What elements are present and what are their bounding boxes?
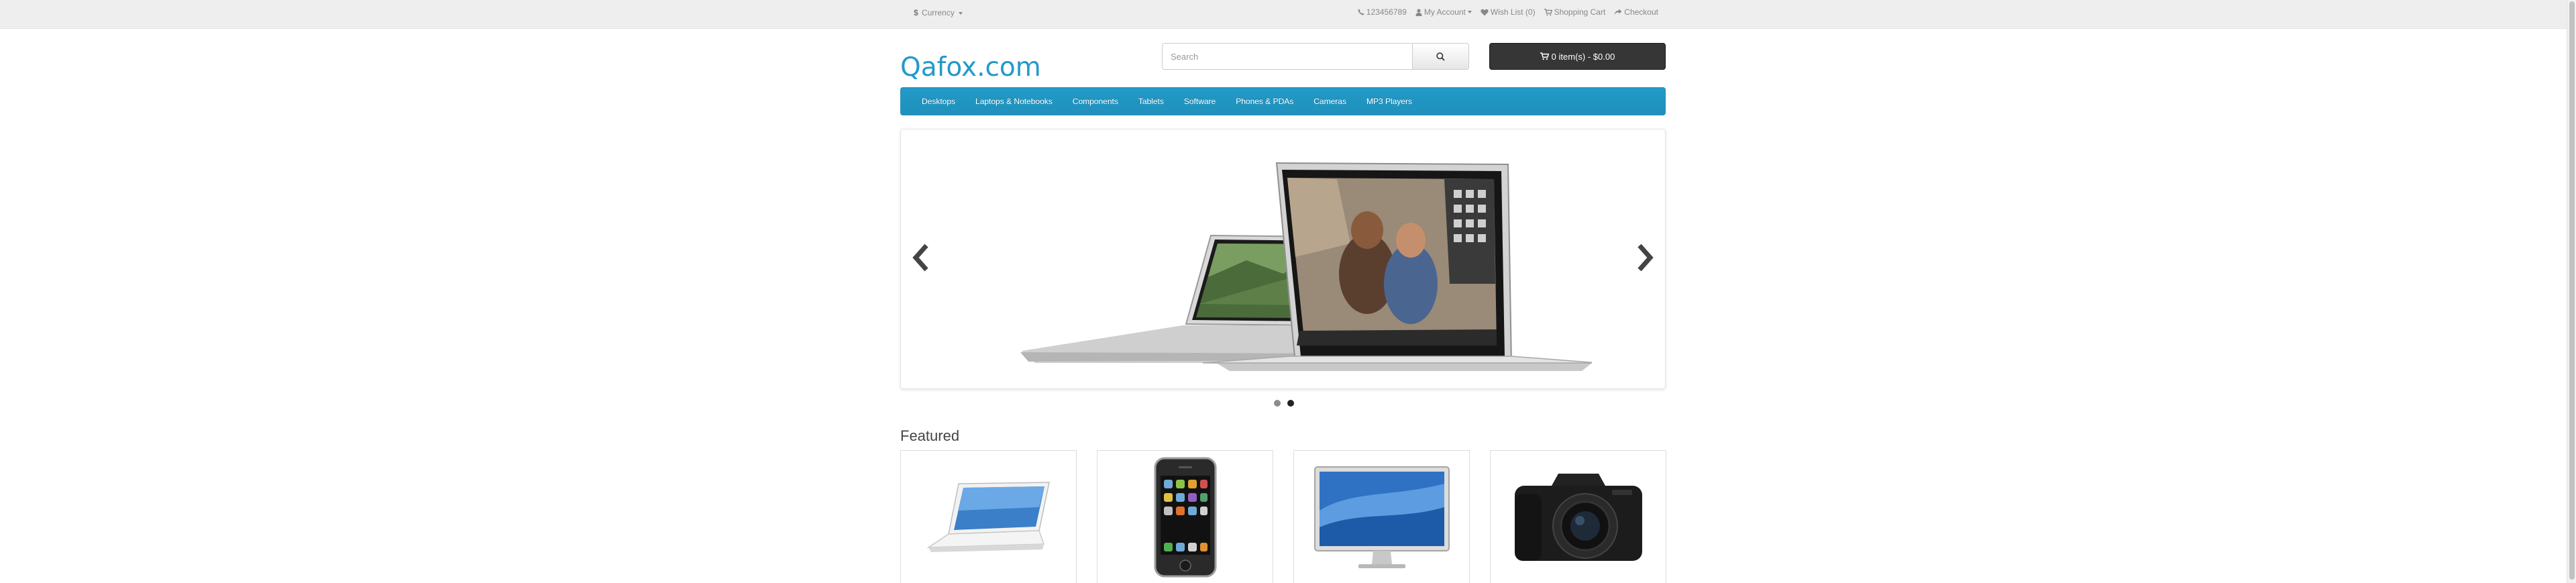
- phone-link[interactable]: 123456789: [1358, 7, 1407, 17]
- menu-item-laptops-notebooks[interactable]: Laptops & Notebooks: [965, 97, 1063, 106]
- slide-image-macbook-air: [1020, 162, 1592, 371]
- cart-icon: [1540, 52, 1549, 60]
- slideshow-prev-button[interactable]: [908, 242, 934, 273]
- menu-item-software[interactable]: Software: [1174, 97, 1226, 106]
- slideshow: [900, 129, 1666, 389]
- slideshow-pagination: [1271, 400, 1297, 407]
- main-menu: Desktops Laptops & Notebooks Components …: [900, 87, 1666, 115]
- slide-dot-1[interactable]: [1274, 400, 1281, 407]
- currency-label: Currency: [922, 8, 955, 17]
- product-image[interactable]: [901, 451, 1076, 583]
- menu-item-mp3-players[interactable]: MP3 Players: [1356, 97, 1422, 106]
- apple-cinema-display-image: [1313, 466, 1450, 568]
- my-account-dropdown[interactable]: My Account: [1415, 7, 1472, 17]
- currency-symbol: $: [914, 8, 918, 17]
- top-bar-inner: $ Currency 123456789 My Account Wish Lis…: [900, 0, 1665, 29]
- product-image[interactable]: [1097, 451, 1273, 583]
- vertical-scrollbar[interactable]: [2567, 0, 2576, 583]
- user-icon: [1415, 8, 1422, 16]
- top-bar: $ Currency 123456789 My Account Wish Lis…: [0, 0, 2567, 29]
- chevron-right-icon: [1638, 244, 1654, 272]
- chevron-left-icon: [912, 244, 928, 272]
- menu-item-components[interactable]: Components: [1063, 97, 1128, 106]
- cart-summary-label: 0 item(s) - $0.00: [1551, 51, 1615, 62]
- my-account-label: My Account: [1424, 7, 1466, 17]
- macbook-laptop-image: [926, 482, 1050, 552]
- caret-down-icon: [959, 11, 963, 15]
- currency-dropdown[interactable]: $ Currency: [914, 8, 963, 17]
- product-image[interactable]: [1294, 451, 1469, 583]
- menu-item-phones-pdas[interactable]: Phones & PDAs: [1226, 97, 1303, 106]
- phone-icon: [1358, 9, 1364, 15]
- product-card[interactable]: [1490, 450, 1666, 583]
- checkout-link[interactable]: Checkout: [1614, 7, 1658, 17]
- search-bar: [1162, 43, 1469, 70]
- menu-item-desktops[interactable]: Desktops: [912, 97, 965, 106]
- product-image[interactable]: [1491, 451, 1666, 583]
- shopping-cart-link[interactable]: Shopping Cart: [1544, 7, 1606, 17]
- checkout-label: Checkout: [1624, 7, 1658, 17]
- search-icon: [1436, 52, 1445, 61]
- wish-list-label: Wish List (0): [1490, 7, 1536, 17]
- menu-item-cameras[interactable]: Cameras: [1303, 97, 1356, 106]
- product-card[interactable]: [1097, 450, 1273, 583]
- share-icon: [1614, 9, 1622, 15]
- site-logo[interactable]: Qafox.com: [900, 52, 1041, 83]
- phone-number: 123456789: [1366, 7, 1407, 17]
- slide-dot-2[interactable]: [1287, 400, 1294, 407]
- slideshow-next-button[interactable]: [1631, 242, 1658, 273]
- caret-down-icon: [1467, 11, 1472, 13]
- product-card[interactable]: [1293, 450, 1470, 583]
- top-links: 123456789 My Account Wish List (0) Shopp…: [1349, 7, 1658, 17]
- product-card[interactable]: [900, 450, 1077, 583]
- featured-heading: Featured: [900, 427, 960, 444]
- heart-icon: [1481, 9, 1489, 15]
- search-input[interactable]: [1162, 43, 1413, 70]
- search-button[interactable]: [1412, 43, 1469, 70]
- canon-eos-camera-image: [1514, 474, 1642, 561]
- iphone-image: [1154, 457, 1216, 578]
- cart-icon: [1544, 8, 1552, 15]
- scrollbar-thumb[interactable]: [2569, 1, 2575, 580]
- cart-total-button[interactable]: 0 item(s) - $0.00: [1489, 43, 1666, 70]
- menu-item-tablets[interactable]: Tablets: [1128, 97, 1174, 106]
- shopping-cart-label: Shopping Cart: [1554, 7, 1606, 17]
- wish-list-link[interactable]: Wish List (0): [1481, 7, 1536, 17]
